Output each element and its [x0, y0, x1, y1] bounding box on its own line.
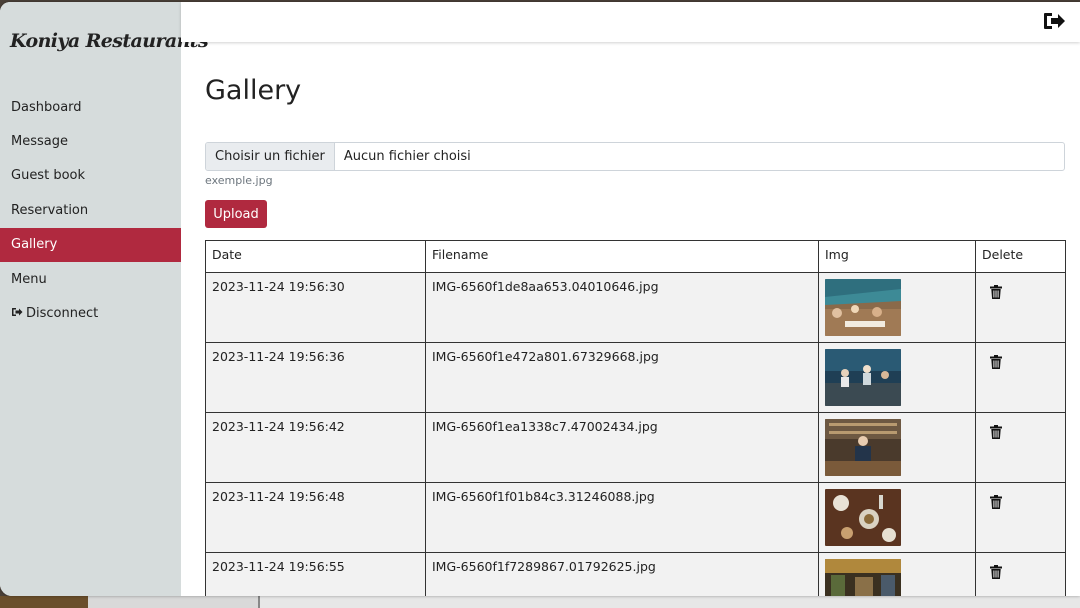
table-row: 2023-11-24 19:56:36 IMG-6560f1e472a801.6… [205, 342, 1066, 413]
trash-icon[interactable] [990, 565, 1002, 579]
cell-date: 2023-11-24 19:56:30 [205, 272, 426, 343]
table-row: 2023-11-24 19:56:55 IMG-6560f1f7289867.0… [205, 552, 1066, 596]
trash-icon[interactable] [990, 425, 1002, 439]
cell-img [818, 412, 976, 483]
table-row: 2023-11-24 19:56:42 IMG-6560f1ea1338c7.4… [205, 412, 1066, 483]
sidebar-item-label: Guest book [11, 168, 86, 184]
sign-out-icon [11, 306, 23, 321]
cell-date: 2023-11-24 19:56:55 [205, 552, 426, 596]
sidebar-item-label: Disconnect [26, 306, 99, 322]
cell-filename: IMG-6560f1e472a801.67329668.jpg [425, 342, 819, 413]
sidebar-item-guest-book[interactable]: Guest book [0, 159, 181, 193]
cell-delete [975, 552, 1066, 596]
cell-date: 2023-11-24 19:56:48 [205, 482, 426, 553]
sidebar-item-label: Gallery [11, 237, 58, 253]
trash-icon[interactable] [990, 355, 1002, 369]
gallery-table-container: Date Filename Img Delete 2023-11-24 19:5… [205, 240, 1066, 596]
sidebar-item-label: Dashboard [11, 99, 82, 115]
sidebar-item-label: Menu [11, 271, 47, 287]
cell-filename: IMG-6560f1ea1338c7.47002434.jpg [425, 412, 819, 483]
file-input-value: Aucun fichier choisi [343, 149, 471, 164]
desktop-panel [258, 596, 1080, 608]
column-header-date: Date [205, 240, 426, 273]
cell-delete [975, 272, 1066, 343]
file-input[interactable]: Choisir un fichier Aucun fichier choisi [205, 142, 1065, 171]
trash-icon[interactable] [990, 285, 1002, 299]
sidebar-item-label: Message [11, 134, 68, 150]
sidebar-item-message[interactable]: Message [0, 124, 181, 158]
file-input-hint: exemple.jpg [205, 174, 273, 187]
top-bar [181, 2, 1080, 42]
column-header-filename: Filename [425, 240, 819, 273]
column-header-delete: Delete [975, 240, 1066, 273]
sidebar-item-gallery[interactable]: Gallery [0, 227, 181, 262]
restaurant-terrace-photo [825, 279, 901, 336]
sidebar-item-dashboard[interactable]: Dashboard [0, 90, 181, 124]
browser-window: Koniya Restaurants Dashboard Message Gue… [0, 2, 1080, 596]
cell-img [818, 552, 976, 596]
cell-img [818, 342, 976, 413]
brand-logo[interactable]: Koniya Restaurants [10, 30, 209, 52]
table-row: 2023-11-24 19:56:48 IMG-6560f1f01b84c3.3… [205, 482, 1066, 553]
upload-button[interactable]: Upload [205, 200, 267, 228]
cell-filename: IMG-6560f1f01b84c3.31246088.jpg [425, 482, 819, 553]
sidebar: Koniya Restaurants Dashboard Message Gue… [0, 2, 209, 596]
cell-date: 2023-11-24 19:56:42 [205, 412, 426, 483]
cell-date: 2023-11-24 19:56:36 [205, 342, 426, 413]
table-row: 2023-11-24 19:56:30 IMG-6560f1de8aa653.0… [205, 272, 1066, 343]
trash-icon[interactable] [990, 495, 1002, 509]
sidebar-item-disconnect[interactable]: Disconnect [0, 296, 181, 330]
cell-delete [975, 482, 1066, 553]
page-title: Gallery [205, 75, 302, 106]
bartender-photo [825, 419, 901, 476]
desktop-thumbnail [0, 596, 88, 608]
sidebar-item-label: Reservation [11, 202, 89, 218]
choose-file-button[interactable]: Choisir un fichier [206, 143, 335, 170]
desktop-panel [88, 596, 258, 608]
sidebar-item-reservation[interactable]: Reservation [0, 193, 181, 227]
sidebar-item-menu[interactable]: Menu [0, 262, 181, 296]
cell-delete [975, 342, 1066, 413]
sidebar-nav: Dashboard Message Guest book Reservation… [0, 90, 181, 331]
sign-out-icon[interactable] [1042, 10, 1066, 32]
table-header-row: Date Filename Img Delete [205, 240, 1066, 273]
cell-img [818, 272, 976, 343]
restaurant-interior-photo [825, 559, 901, 596]
bar-counter-photo [825, 349, 901, 406]
cell-img [818, 482, 976, 553]
cell-filename: IMG-6560f1f7289867.01792625.jpg [425, 552, 819, 596]
cell-delete [975, 412, 1066, 483]
table-food-photo [825, 489, 901, 546]
gallery-table: Date Filename Img Delete 2023-11-24 19:5… [205, 240, 1066, 596]
column-header-img: Img [818, 240, 976, 273]
cell-filename: IMG-6560f1de8aa653.04010646.jpg [425, 272, 819, 343]
